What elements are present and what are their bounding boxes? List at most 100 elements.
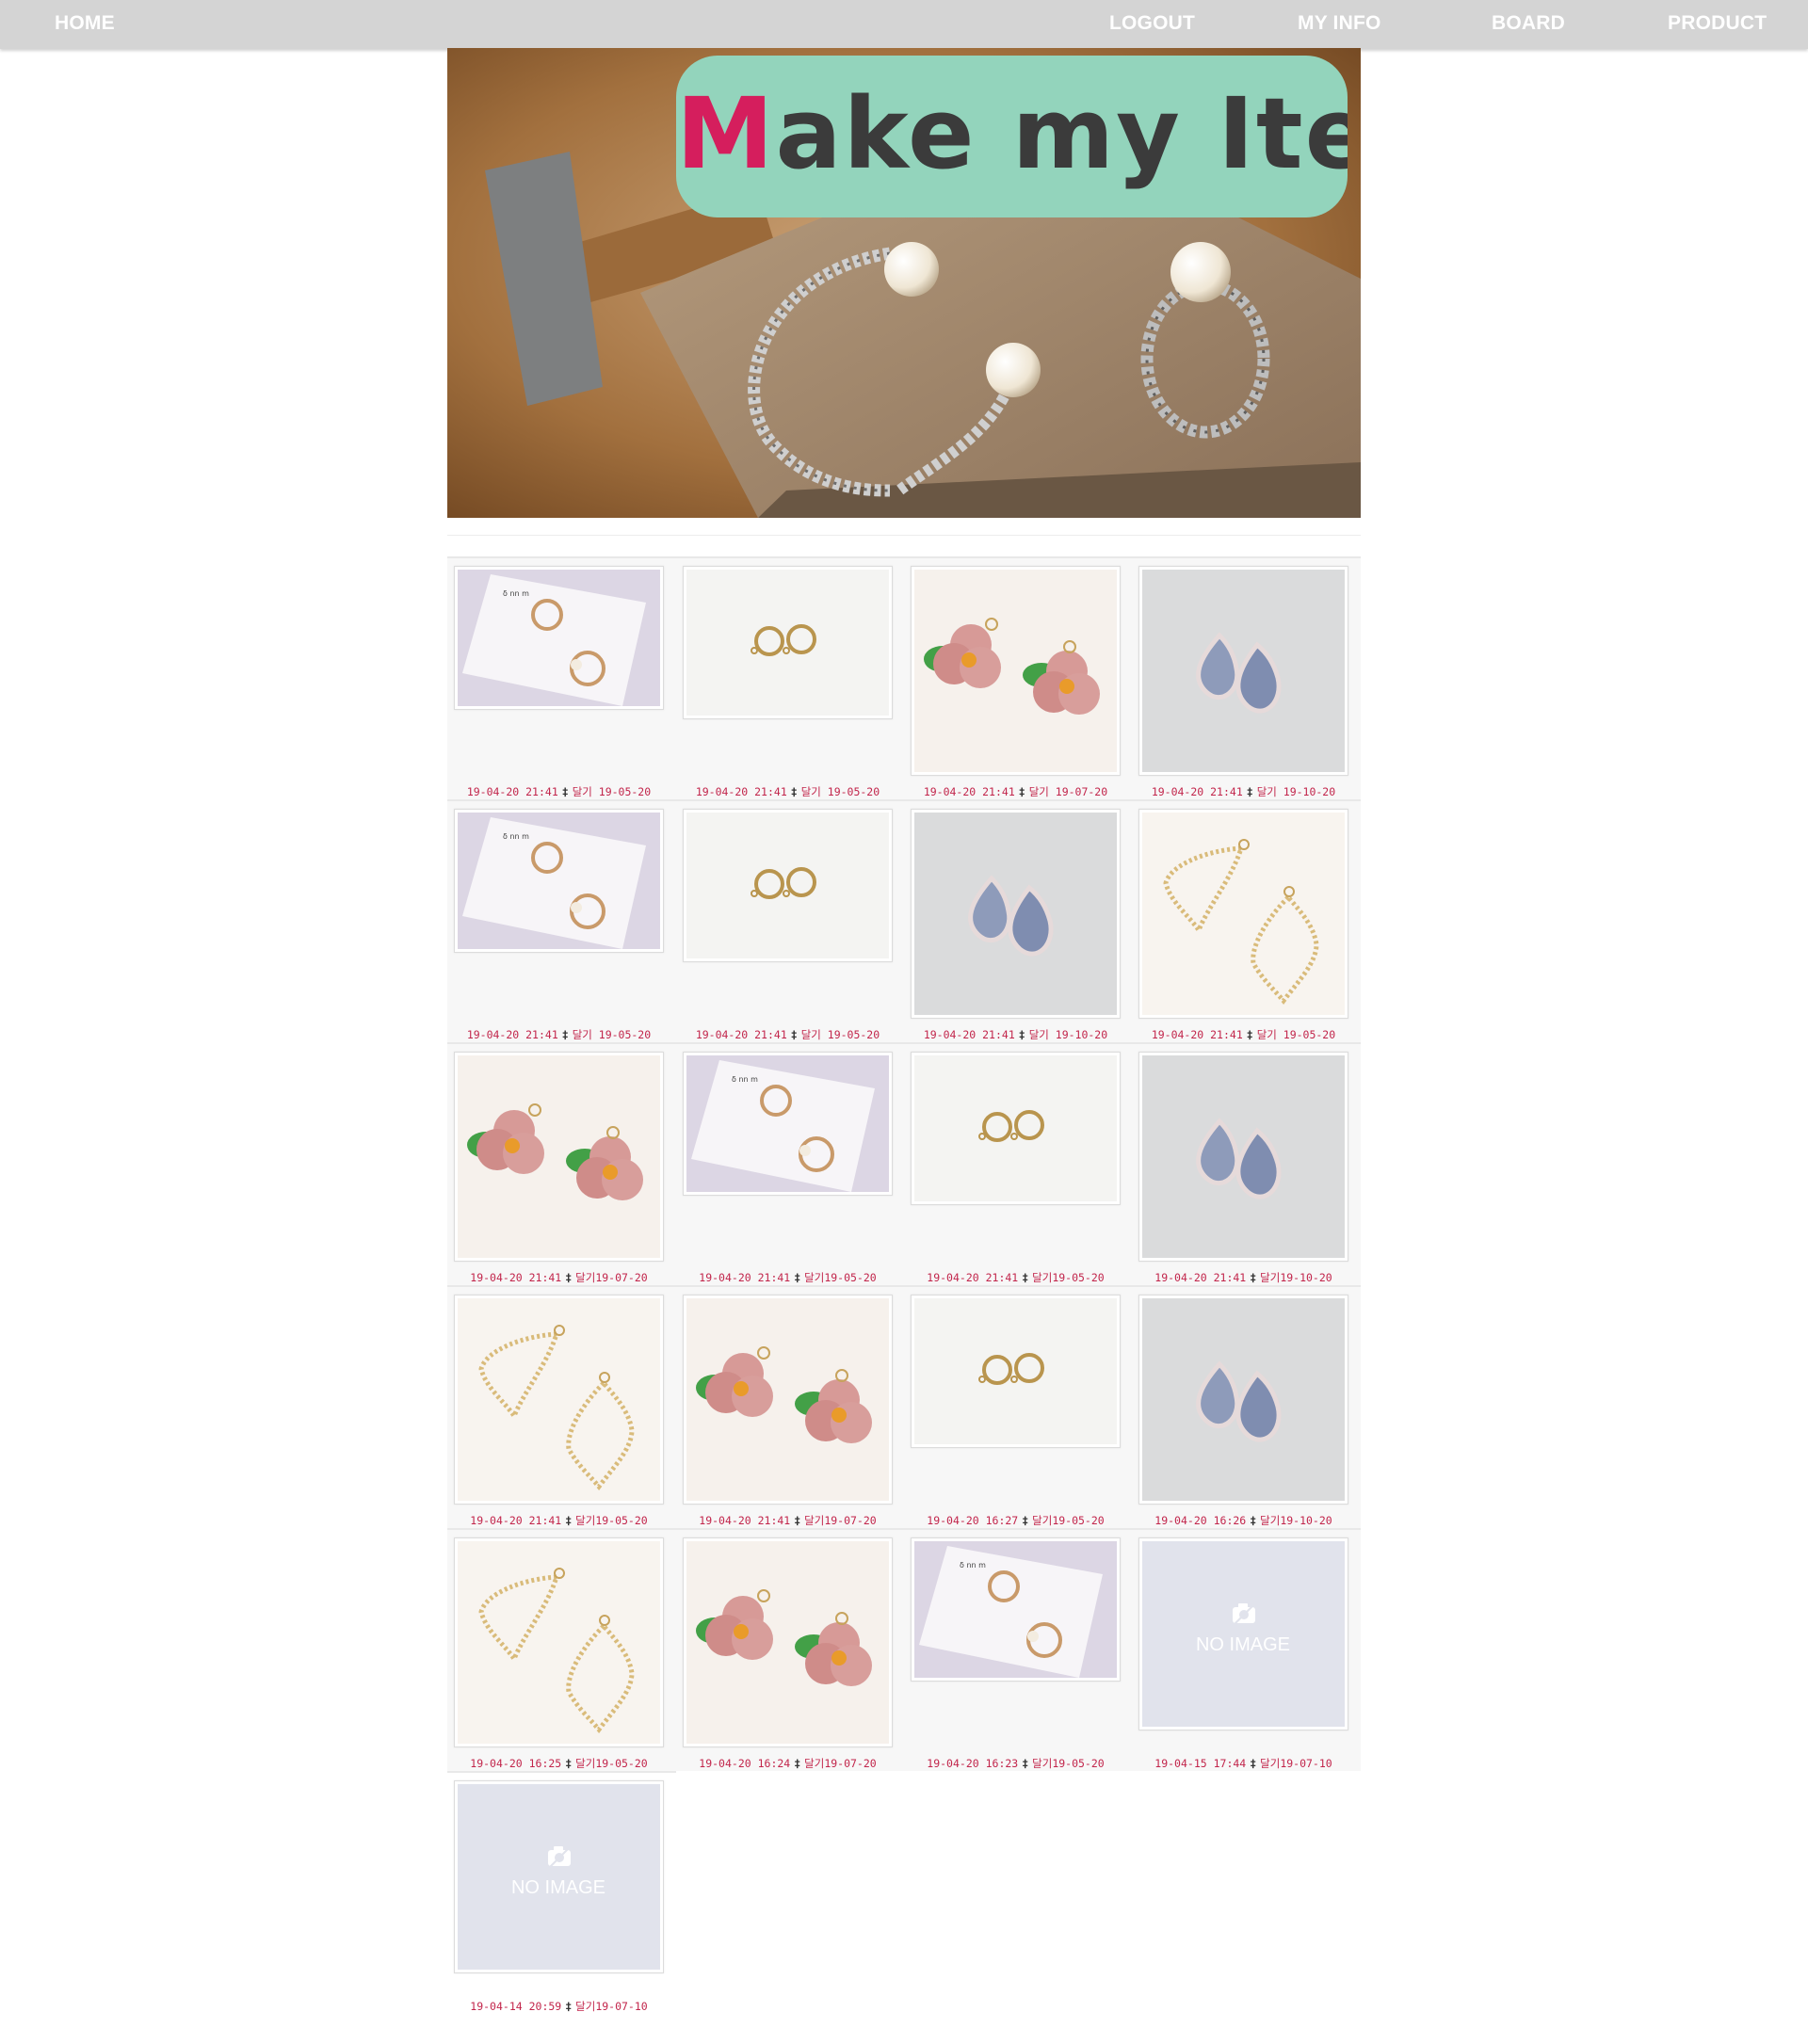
due-date: 달기 19-05-20 <box>800 1028 880 1041</box>
due-date: 달기19-07-10 <box>1260 1757 1332 1770</box>
date-separator: ‡ <box>1022 1271 1029 1284</box>
product-dates: 19-04-20 21:41 ‡ 달기 19-10-20 <box>1132 782 1355 801</box>
product-thumbnail[interactable]: NO IMAGE <box>454 1780 664 1973</box>
date-separator: ‡ <box>1022 1757 1029 1770</box>
product-thumbnail[interactable] <box>911 1295 1121 1448</box>
product-card[interactable]: NO IMAGE 19-04-15 17:44 ‡ 달기19-07-10 <box>1132 1537 1348 1773</box>
product-image <box>686 1298 889 1501</box>
due-date: 달기 19-10-20 <box>1256 785 1336 798</box>
product-thumbnail[interactable] <box>683 1537 893 1747</box>
product-card[interactable]: 19-04-20 21:41 ‡ 달기 19-10-20 <box>904 809 1121 1044</box>
brand-logo[interactable]: Make my Item <box>676 56 1348 217</box>
product-row: NO IMAGE 19-04-14 20:59 ‡ 달기19-07-10 <box>447 1771 676 2014</box>
product-image <box>1142 1298 1345 1501</box>
product-dates: 19-04-20 16:27 ‡ 달기19-05-20 <box>904 1511 1127 1530</box>
product-image <box>686 570 889 716</box>
product-image <box>686 1541 889 1744</box>
product-card[interactable]: 19-04-20 21:41 ‡ 달기 19-05-20 <box>1132 809 1348 1044</box>
product-card[interactable]: 19-04-20 16:24 ‡ 달기19-07-20 <box>676 1537 893 1773</box>
nav-product-link[interactable]: PRODUCT <box>1668 0 1767 47</box>
registered-date: 19-04-20 16:26 <box>1154 1514 1247 1527</box>
product-thumbnail[interactable]: δ nn m <box>683 1052 893 1196</box>
product-thumbnail[interactable] <box>1138 809 1348 1019</box>
nav-board-link[interactable]: BOARD <box>1492 0 1565 47</box>
product-card[interactable]: NO IMAGE 19-04-14 20:59 ‡ 달기19-07-10 <box>447 1780 664 2016</box>
product-image <box>914 570 1117 772</box>
product-card[interactable]: 19-04-20 21:41 ‡ 달기 19-10-20 <box>1132 566 1348 801</box>
registered-date: 19-04-20 21:41 <box>466 1028 558 1041</box>
brand-initial: M <box>676 76 776 191</box>
product-card[interactable]: 19-04-20 21:41 ‡ 달기19-10-20 <box>1132 1052 1348 1287</box>
due-date: 달기 19-05-20 <box>1256 1028 1336 1041</box>
product-dates: 19-04-20 21:41 ‡ 달기19-10-20 <box>1132 1268 1355 1287</box>
product-thumbnail[interactable]: δ nn m <box>454 809 664 953</box>
due-date: 달기19-05-20 <box>575 1514 648 1527</box>
product-card[interactable]: 19-04-20 16:26 ‡ 달기19-10-20 <box>1132 1295 1348 1530</box>
date-separator: ‡ <box>1246 1028 1253 1041</box>
product-thumbnail[interactable] <box>911 1052 1121 1205</box>
product-card[interactable]: δ nn m 19-04-20 21:41 ‡ 달기19-05-20 <box>676 1052 893 1287</box>
product-dates: 19-04-20 16:26 ‡ 달기19-10-20 <box>1132 1511 1355 1530</box>
product-card[interactable]: δ nn m 19-04-20 16:23 ‡ 달기19-05-20 <box>904 1537 1121 1773</box>
product-image: δ nn m <box>914 1541 1117 1678</box>
date-separator: ‡ <box>1250 1271 1257 1284</box>
product-image: δ nn m <box>458 570 660 706</box>
product-dates: 19-04-14 20:59 ‡ 달기19-07-10 <box>447 1997 670 2016</box>
date-separator: ‡ <box>794 1757 801 1770</box>
product-card[interactable]: 19-04-20 16:25 ‡ 달기19-05-20 <box>447 1537 664 1773</box>
nav-home-link[interactable]: HOME <box>55 0 115 47</box>
product-thumbnail[interactable]: NO IMAGE <box>1138 1537 1348 1730</box>
product-thumbnail[interactable] <box>683 809 893 962</box>
product-card[interactable]: 19-04-20 21:41 ‡ 달기19-05-20 <box>447 1295 664 1530</box>
no-image-label: NO IMAGE <box>511 1877 605 1898</box>
date-separator: ‡ <box>565 1271 573 1284</box>
date-separator: ‡ <box>794 1514 801 1527</box>
due-date: 달기19-07-10 <box>575 2000 648 2013</box>
due-date: 달기19-05-20 <box>1032 1271 1105 1284</box>
product-thumbnail[interactable] <box>911 809 1121 1019</box>
registered-date: 19-04-20 16:27 <box>927 1514 1019 1527</box>
product-thumbnail[interactable] <box>683 566 893 719</box>
date-separator: ‡ <box>561 1028 569 1041</box>
product-card[interactable]: 19-04-20 16:27 ‡ 달기19-05-20 <box>904 1295 1121 1530</box>
product-image <box>1142 570 1345 772</box>
product-thumbnail[interactable] <box>1138 1052 1348 1262</box>
svg-text:δ nn m: δ nn m <box>960 1561 986 1569</box>
nav-my-info-link[interactable]: MY INFO <box>1298 0 1381 47</box>
product-thumbnail[interactable]: δ nn m <box>454 566 664 710</box>
product-thumbnail[interactable] <box>683 1295 893 1505</box>
product-card[interactable]: 19-04-20 21:41 ‡ 달기19-07-20 <box>447 1052 664 1287</box>
product-image <box>914 813 1117 1015</box>
date-separator: ‡ <box>790 1028 798 1041</box>
product-image <box>458 1055 660 1258</box>
product-thumbnail[interactable] <box>911 566 1121 776</box>
product-card[interactable]: δ nn m 19-04-20 21:41 ‡ 달기 19-05-20 <box>447 809 664 1044</box>
date-separator: ‡ <box>790 785 798 798</box>
product-card[interactable]: 19-04-20 21:41 ‡ 달기 19-05-20 <box>676 566 893 801</box>
product-thumbnail[interactable] <box>454 1295 664 1505</box>
product-card[interactable]: 19-04-20 21:41 ‡ 달기 19-05-20 <box>676 809 893 1044</box>
product-dates: 19-04-20 21:41 ‡ 달기 19-05-20 <box>447 782 670 801</box>
product-dates: 19-04-20 21:41 ‡ 달기19-05-20 <box>447 1511 670 1530</box>
due-date: 달기 19-05-20 <box>800 785 880 798</box>
product-card[interactable]: 19-04-20 21:41 ‡ 달기19-05-20 <box>904 1052 1121 1287</box>
product-dates: 19-04-15 17:44 ‡ 달기19-07-10 <box>1132 1754 1355 1773</box>
product-dates: 19-04-20 21:41 ‡ 달기19-05-20 <box>676 1268 899 1287</box>
product-thumbnail[interactable] <box>454 1537 664 1747</box>
product-card[interactable]: δ nn m 19-04-20 21:41 ‡ 달기 19-05-20 <box>447 566 664 801</box>
product-thumbnail[interactable] <box>1138 1295 1348 1505</box>
product-thumbnail[interactable] <box>1138 566 1348 776</box>
date-separator: ‡ <box>1250 1514 1257 1527</box>
product-card[interactable]: 19-04-20 21:41 ‡ 달기 19-07-20 <box>904 566 1121 801</box>
product-card[interactable]: 19-04-20 21:41 ‡ 달기19-07-20 <box>676 1295 893 1530</box>
product-dates: 19-04-20 16:24 ‡ 달기19-07-20 <box>676 1754 899 1773</box>
product-thumbnail[interactable]: δ nn m <box>911 1537 1121 1682</box>
product-image <box>914 1055 1117 1201</box>
date-separator: ‡ <box>565 1757 573 1770</box>
due-date: 달기 19-05-20 <box>572 1028 652 1041</box>
registered-date: 19-04-20 21:41 <box>1154 1271 1247 1284</box>
product-thumbnail[interactable] <box>454 1052 664 1262</box>
product-row: 19-04-20 21:41 ‡ 달기19-07-20 δ nn m 19-04-2… <box>447 1042 1361 1285</box>
nav-logout-link[interactable]: LOGOUT <box>1109 0 1195 47</box>
product-image <box>1142 1055 1345 1258</box>
